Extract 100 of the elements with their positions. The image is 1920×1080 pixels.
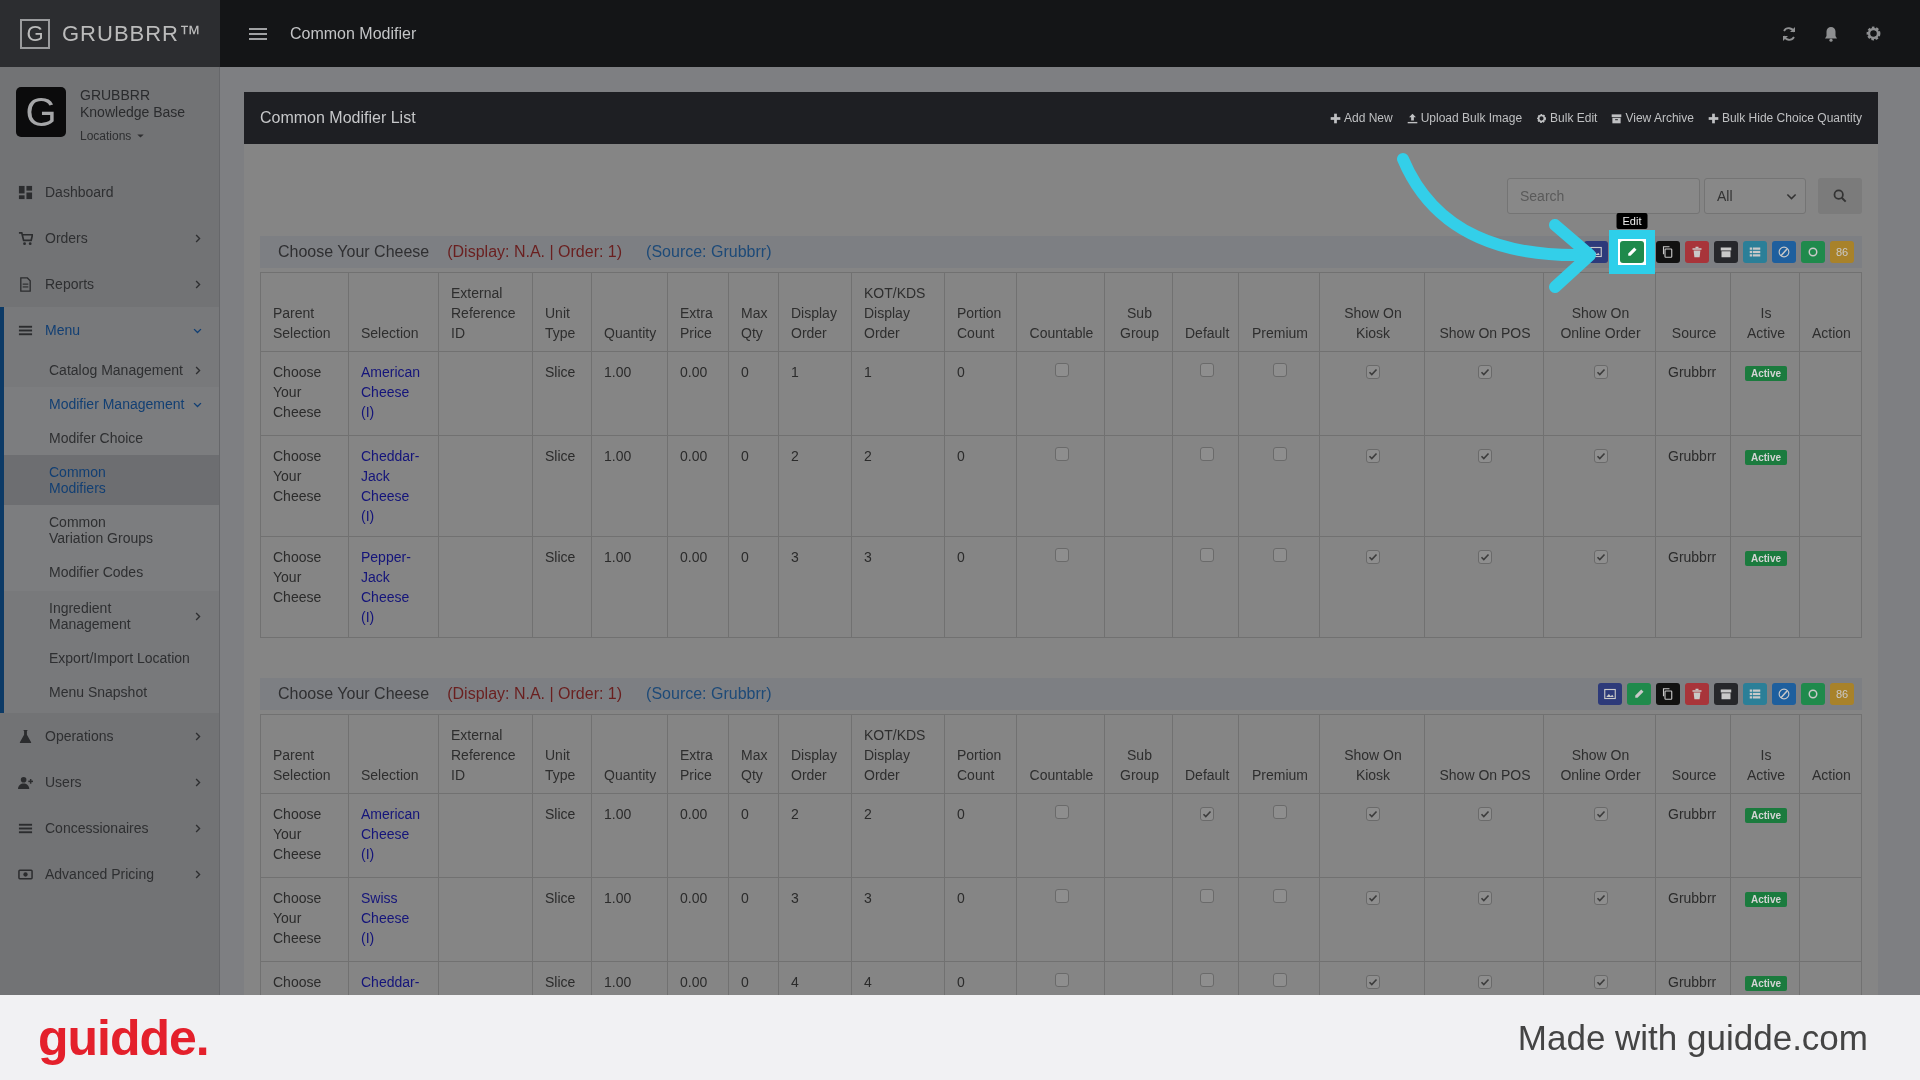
table-cell: 0 (944, 351, 1017, 436)
checkbox[interactable] (1273, 447, 1287, 461)
toggle-button[interactable] (1801, 683, 1825, 705)
sidebar-item[interactable]: Users (0, 759, 219, 805)
sidebar-item[interactable]: Menu (4, 307, 219, 353)
table-cell: Grubbrr (1655, 536, 1731, 638)
delete-button[interactable] (1685, 241, 1709, 263)
sidebar-item[interactable]: Advanced Pricing (0, 851, 219, 897)
checkbox[interactable] (1593, 449, 1608, 463)
checkbox[interactable] (1478, 550, 1492, 564)
notifications-button[interactable] (1823, 25, 1839, 42)
checkbox[interactable] (1366, 550, 1380, 564)
sidebar-item[interactable]: Export/Import Location (4, 641, 219, 675)
checkbox[interactable] (1054, 889, 1069, 903)
archive-button[interactable] (1714, 683, 1738, 705)
toolbar-action[interactable]: Upload Bulk Image (1406, 111, 1523, 125)
toolbar-action[interactable]: Bulk Edit (1536, 111, 1598, 125)
checkbox[interactable] (1199, 973, 1214, 987)
image-button[interactable] (1598, 683, 1622, 705)
checkbox[interactable] (1478, 891, 1492, 905)
checkbox[interactable] (1054, 363, 1069, 377)
checkbox[interactable] (1199, 363, 1214, 377)
table-cell: 1 (851, 351, 945, 436)
checkbox[interactable] (1366, 365, 1380, 379)
sidebar-item[interactable]: Menu Snapshot (4, 675, 219, 709)
checkbox[interactable] (1273, 973, 1287, 987)
checkbox[interactable] (1199, 447, 1214, 461)
check-icon (1595, 893, 1606, 903)
table-cell: 1.00 (591, 793, 668, 878)
checkbox[interactable] (1199, 889, 1214, 903)
link-button[interactable] (1772, 683, 1796, 705)
checkbox[interactable] (1054, 805, 1069, 819)
checkbox[interactable] (1054, 548, 1069, 562)
checkbox[interactable] (1366, 807, 1380, 821)
table-cell: 1.00 (591, 877, 668, 962)
checkbox[interactable] (1366, 975, 1380, 989)
column-header: Portion Count (944, 714, 1017, 794)
edit-button[interactable] (1620, 241, 1644, 263)
sidebar-item[interactable]: Concessionaires (0, 805, 219, 851)
filter-dropdown[interactable]: All (1704, 178, 1806, 214)
checkbox[interactable] (1273, 363, 1287, 377)
sidebar-item[interactable]: Common Variation Groups (4, 505, 219, 555)
checkbox[interactable] (1199, 807, 1214, 821)
checkbox[interactable] (1593, 891, 1608, 905)
checkbox[interactable] (1273, 805, 1287, 819)
sidebar-item[interactable]: Orders (0, 215, 219, 261)
delete-button[interactable] (1685, 683, 1709, 705)
table-cell: Grubbrr (1655, 793, 1731, 878)
checkbox[interactable] (1593, 365, 1608, 379)
checkbox[interactable] (1199, 548, 1214, 562)
list-button[interactable] (1743, 241, 1767, 263)
checkbox[interactable] (1366, 449, 1380, 463)
brand-name: GRUBBRR™ (62, 20, 202, 47)
checkbox[interactable] (1478, 365, 1492, 379)
locations-dropdown[interactable]: Locations (80, 129, 146, 143)
archive-button[interactable] (1714, 241, 1738, 263)
plus-icon (1330, 112, 1341, 124)
checkbox[interactable] (1593, 550, 1608, 564)
column-header: Display Order (778, 272, 852, 352)
sidebar-item[interactable]: Modifier Management (4, 387, 219, 421)
sidebar-item[interactable]: Common Modifiers (4, 455, 219, 505)
sidebar-item[interactable]: Operations (0, 713, 219, 759)
refresh-button[interactable] (1781, 25, 1797, 42)
list-button[interactable] (1743, 683, 1767, 705)
sidebar-item[interactable]: Modifer Choice (4, 421, 219, 455)
sidebar-item[interactable]: Ingredient Management (4, 591, 219, 641)
toolbar-action[interactable]: Add New (1330, 111, 1393, 125)
check-icon (1595, 977, 1606, 987)
count-button[interactable]: 86 (1830, 241, 1854, 263)
toggle-button[interactable] (1801, 241, 1825, 263)
copy-button[interactable] (1656, 683, 1680, 705)
checkbox[interactable] (1478, 449, 1492, 463)
checkbox[interactable] (1366, 891, 1380, 905)
toolbar-action[interactable]: View Archive (1611, 111, 1694, 125)
toolbar-action[interactable]: Bulk Hide Choice Quantity (1707, 111, 1862, 125)
checkbox[interactable] (1478, 975, 1492, 989)
copy-button[interactable] (1656, 241, 1680, 263)
settings-button[interactable] (1865, 25, 1882, 42)
sidebar-item[interactable]: Modifier Codes (4, 555, 219, 589)
link-button[interactable] (1772, 241, 1796, 263)
refresh-icon (1781, 25, 1797, 42)
checkbox[interactable] (1273, 889, 1287, 903)
checkbox[interactable] (1054, 973, 1069, 987)
count-button[interactable]: 86 (1830, 683, 1854, 705)
menu-button[interactable] (248, 25, 268, 42)
search-button[interactable] (1818, 178, 1862, 214)
table-cell: 0 (728, 877, 779, 962)
edit-button[interactable] (1627, 683, 1651, 705)
gear-icon (1865, 25, 1882, 42)
checkbox[interactable] (1054, 447, 1069, 461)
check-icon (1595, 451, 1606, 461)
checkbox[interactable] (1478, 807, 1492, 821)
group-source: (Source: Grubbrr) (646, 685, 773, 703)
checkbox[interactable] (1593, 975, 1608, 989)
sidebar-item[interactable]: Catalog Management (4, 353, 219, 387)
checkbox[interactable] (1593, 807, 1608, 821)
column-header: Show On Kiosk (1319, 714, 1425, 794)
sidebar-item[interactable]: Reports (0, 261, 219, 307)
sidebar-item[interactable]: Dashboard (0, 169, 219, 215)
checkbox[interactable] (1273, 548, 1287, 562)
